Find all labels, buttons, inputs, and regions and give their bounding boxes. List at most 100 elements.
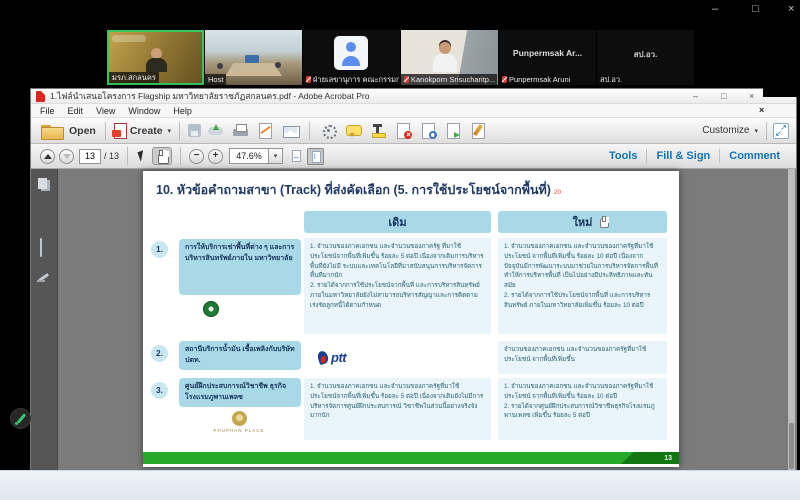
page-thumbnails-icon[interactable] [37,177,51,191]
row-topic: ศูนย์ฝึกประสบการณ์วิชาชีพ ธุรกิจโรงแรมภู… [179,378,301,407]
print-icon[interactable] [232,122,249,139]
menu-file[interactable]: File [40,106,55,116]
previous-page-button[interactable] [40,149,55,164]
room-screen [245,55,259,63]
menu-view[interactable]: View [96,106,115,116]
separator [180,147,181,165]
vertical-scrollbar[interactable] [788,169,795,471]
cell-old-row2: ptt [304,342,491,373]
chevron-down-icon[interactable]: ▾ [168,127,172,135]
video-tile-punpermsak[interactable]: Punpermsak Ar... Punpermsak Aruni [499,30,596,85]
attachments-paperclip-icon[interactable] [40,238,42,257]
video-tile-avatar[interactable]: ฝ่ายเลขานุการ คณะกรรมกา... [303,30,400,85]
open-folder-icon[interactable] [40,122,64,139]
participant-name: ฝ่ายเลขานุการ คณะกรรมกา... [313,74,399,85]
maximize-button[interactable]: □ [752,2,759,16]
email-icon[interactable] [282,122,299,139]
create-pdf-icon[interactable] [112,122,127,139]
conference-table [225,63,282,76]
cell-old-row1: 1. จำนวนของภาคเอกชน และจำนวนของภาครัฐ ที… [304,238,491,334]
next-page-button[interactable] [59,149,74,164]
highlight-text-icon[interactable] [370,122,387,139]
fit-width-button[interactable]: ↔ [288,148,305,165]
settings-gear-icon[interactable] [320,122,337,139]
save-icon[interactable] [188,124,201,137]
stamp-pen-icon[interactable] [470,122,487,139]
menu-window[interactable]: Window [128,106,160,116]
participant-name: Host [208,74,223,85]
tab-comment[interactable]: Comment [720,150,789,162]
close-button[interactable]: × [788,2,794,16]
title-bar[interactable]: 1.ไฟล์นำเสนอโครงการ Flagship มหาวิทยาลัย… [31,89,796,104]
zoom-out-button[interactable]: − [189,149,204,164]
navigation-pane [31,169,58,471]
row-topic: การให้บริการเช่าพื้นที่ต่าง ๆ และการบริห… [179,239,301,295]
desktop-screen: – □ × มรภ.สกลนคร Host ฝ่ายเลขานุการ คณะก… [0,0,800,500]
document-area: 10. หัวข้อคำถามสาขา (Track) ที่ส่งคัดเลื… [31,169,796,471]
fullscreen-expand-icon[interactable]: ↗ ↙ [773,123,789,139]
row-number: 3. [151,382,168,399]
fit-page-button-active[interactable]: ↔ [307,148,324,165]
minimize-button[interactable]: – [712,2,718,16]
signatures-icon[interactable] [37,270,51,284]
select-tool-icon[interactable] [137,150,146,161]
room-person [217,63,223,69]
participant-name: มรภ.สกลนคร [112,72,156,83]
participant-name: สป.อว. [600,74,622,85]
muted-mic-icon [404,76,409,83]
hand-tool-cursor [600,218,609,228]
zoom-level-dropdown[interactable]: ▾ [269,148,283,164]
participant-name: Kanokporn Srisucharitp... [411,74,495,85]
row-topic: สถานีบริการน้ำมัน เชื้อเพลิงกับบริษัท ปต… [179,341,301,370]
arrow-down-left: ↙ [775,130,782,138]
open-button[interactable]: Open [69,125,96,137]
cloud-upload-icon[interactable] [207,122,224,139]
minimize-button[interactable]: – [693,89,698,103]
ptt-flame-icon [318,351,328,364]
annotation-pencil-button[interactable] [10,408,31,429]
ptt-logo-text: ptt [331,350,346,365]
toolbar-close-icon[interactable]: × [759,105,764,115]
cell-new-row3: 1. จำนวนของภาคเอกชน และจำนวนของภาครัฐที่… [498,378,667,440]
university-seal-logo [203,301,219,317]
page-number-input[interactable] [79,149,101,164]
cell-old-row3: 1. จำนวนของภาคเอกชน และจำนวนของภาครัฐที่… [304,378,491,440]
acrobat-window: 1.ไฟล์นำเสนอโครงการ Flagship มหาวิทยาลัย… [30,88,797,470]
zoom-in-button[interactable]: + [208,149,223,164]
pdf-page: 10. หัวข้อคำถามสาขา (Track) ที่ส่งคัดเลื… [143,171,679,467]
delete-page-icon[interactable] [395,122,412,139]
create-button[interactable]: Create [130,125,163,137]
page-total-label: / 13 [104,151,119,161]
comment-bubble-icon[interactable] [345,122,362,139]
hand-tool-button-active[interactable] [152,147,172,165]
video-tile-opsaw[interactable]: สป.อว. สป.อว. [597,30,694,85]
sign-page-icon[interactable] [257,122,274,139]
close-button[interactable]: × [749,89,754,103]
tab-tools[interactable]: Tools [600,150,647,162]
preflight-page-icon[interactable] [420,122,437,139]
separator [309,122,310,140]
cell-new-row1: 1. จำนวนของภาคเอกชน และจำนวนของภาครัฐที่… [498,238,667,334]
customize-button[interactable]: Customize [702,125,749,136]
menu-bar: File Edit View Window Help × [31,104,796,118]
chevron-down-icon[interactable]: ▾ [754,127,758,135]
muted-mic-icon [502,76,507,83]
main-toolbar: Open Create ▾ Customize ▾ [31,118,796,144]
restore-button[interactable]: □ [721,89,726,103]
video-tile-host[interactable]: Host [205,30,302,85]
video-tile-kanokporn[interactable]: Kanokporn Srisucharitp... [401,30,498,85]
zoom-level-input[interactable]: 47.6% [229,148,269,164]
tab-fill-sign[interactable]: Fill & Sign [647,150,719,162]
export-page-icon[interactable] [445,122,462,139]
menu-edit[interactable]: Edit [68,106,84,116]
navigation-toolbar: / 13 − + 47.6% ▾ ↔ ↔ Tools Fill & Sign C… [31,144,796,169]
participant-name: Punpermsak Aruni [509,74,570,85]
zoom-meeting-strip: – □ × มรภ.สกลนคร Host ฝ่ายเลขานุการ คณะก… [0,0,800,88]
column-header-new: ใหม่ [498,211,667,233]
slide-page-number: 13 [621,452,679,464]
menu-help[interactable]: Help [173,106,192,116]
participant-body [433,54,457,72]
video-tile-active-speaker[interactable]: มรภ.สกลนคร [107,30,204,85]
participant-display-name: สป.อว. [597,48,694,61]
acrobat-app-icon [36,91,45,102]
